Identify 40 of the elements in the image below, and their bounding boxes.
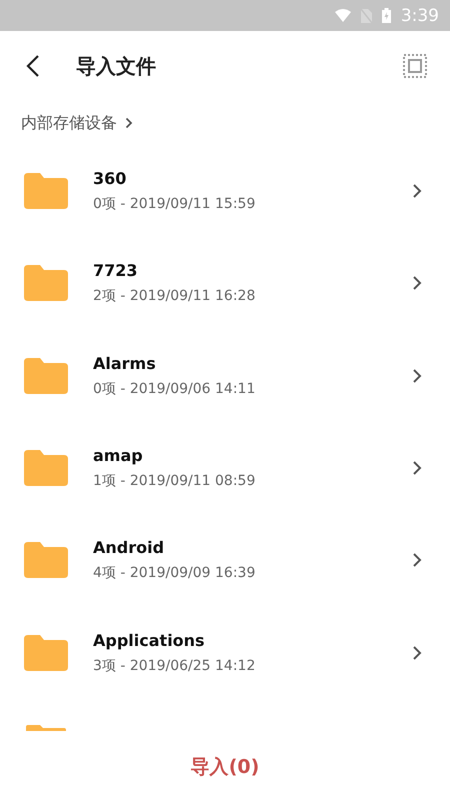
back-icon[interactable] [26, 55, 40, 77]
wifi-icon [334, 9, 351, 22]
folder-name: Alarms [93, 354, 157, 373]
folder-details: 0项 - 2019/09/06 14:11 [93, 380, 256, 398]
folder-row[interactable]: amap 1项 - 2019/09/11 08:59 [0, 422, 450, 514]
folder-name: 360 [93, 169, 128, 188]
folder-icon [24, 724, 68, 731]
chevron-icon [412, 644, 422, 661]
battery-charging-icon [382, 8, 391, 23]
folder-details: 2项 - 2019/09/11 16:28 [93, 287, 256, 306]
select-all-icon[interactable] [403, 54, 427, 78]
folder-name: 7723 [93, 261, 139, 280]
folder-row[interactable]: 360 0项 - 2019/09/11 15:59 [0, 145, 450, 238]
folder-icon [24, 542, 68, 578]
folder-row[interactable]: Alarms 0项 - 2019/09/06 14:11 [0, 330, 450, 422]
folder-icon [24, 358, 68, 394]
folder-icon [24, 450, 68, 486]
page-title: 导入文件 [76, 52, 157, 80]
folder-details: 4项 - 2019/09/09 16:39 [93, 564, 256, 582]
folder-details: 3项 - 2019/06/25 14:12 [93, 656, 256, 675]
chevron-icon [412, 460, 422, 476]
folder-details: 1项 - 2019/09/11 08:59 [93, 472, 256, 490]
chevron-icon [412, 552, 422, 568]
folder-icon [24, 173, 68, 210]
folder-name: Android [93, 538, 166, 558]
chevron-icon [412, 368, 422, 384]
folder-row[interactable]: 7723 2项 - 2019/09/11 16:28 [0, 237, 450, 330]
folder-icon [24, 265, 68, 302]
breadcrumb-link[interactable]: 内部存储设备 [0, 101, 133, 145]
folder-name: Applications [93, 630, 206, 650]
import-button[interactable]: 导入(0) [182, 748, 268, 786]
folder-icon [24, 634, 68, 671]
status-time: 3:39 [400, 6, 439, 26]
chevron-icon [412, 183, 422, 200]
folder-row[interactable]: Android 4项 - 2019/09/09 16:39 [0, 514, 450, 606]
folder-details: 0项 - 2019/09/11 15:59 [93, 195, 256, 214]
folder-name: amap [93, 446, 144, 466]
folder-row[interactable]: Applications 3项 - 2019/06/25 14:12 [0, 606, 450, 699]
chevron-icon [412, 275, 422, 292]
chevron-icon [125, 117, 133, 129]
